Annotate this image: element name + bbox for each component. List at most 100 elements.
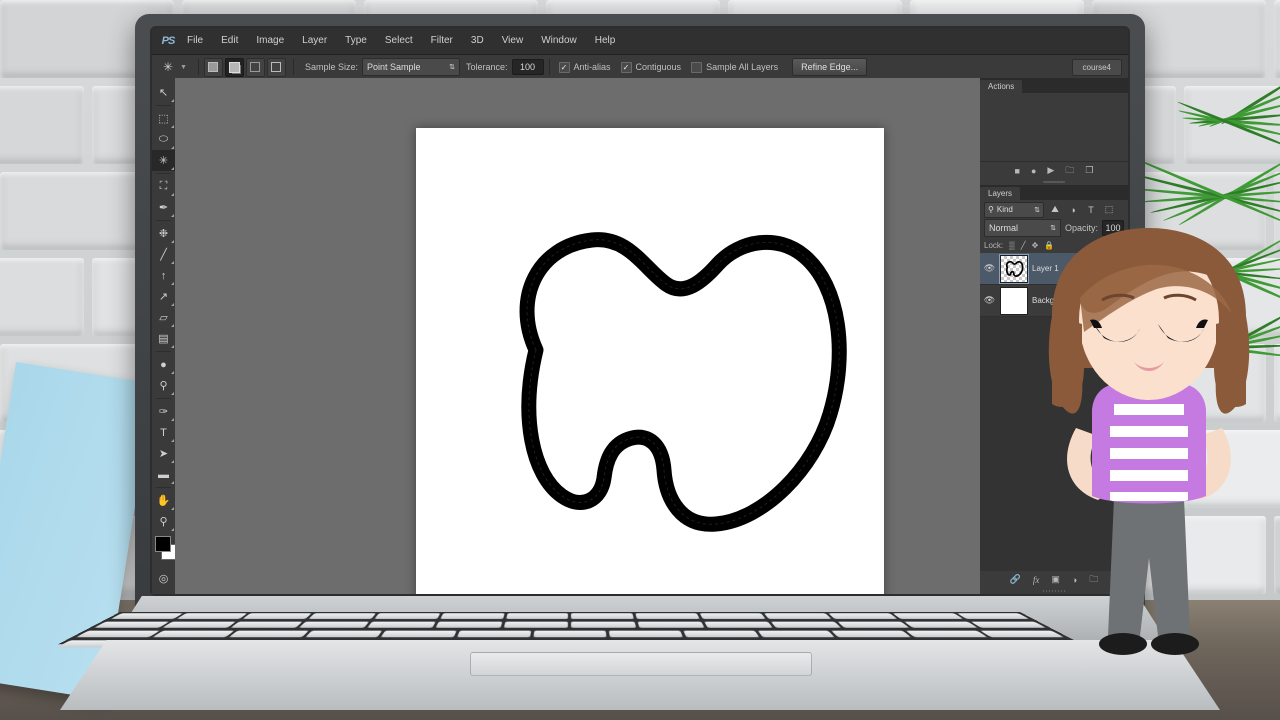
spot-healing-brush-tool[interactable]: ❉ [152, 223, 175, 244]
keyboard-key [381, 630, 457, 638]
tolerance-input[interactable]: 100 [511, 59, 544, 75]
type-tool[interactable]: T [152, 422, 175, 443]
tool-preset-chevron-down-icon[interactable]: ▼ [180, 64, 187, 71]
tool-flyout-triangle-icon [171, 481, 174, 484]
dodge-tool[interactable]: ⚲ [152, 375, 175, 396]
screen-mode-button[interactable]: ▭ [152, 589, 175, 594]
filter-pixel-layers-icon[interactable]: ⛰ [1048, 203, 1062, 217]
new-set-button[interactable]: 🗀 [1065, 163, 1074, 179]
keyboard-key [110, 613, 183, 619]
record-button[interactable]: ● [1031, 166, 1036, 176]
menu-layer[interactable]: Layer [293, 28, 336, 54]
hand-tool[interactable]: ✋ [152, 490, 175, 511]
subtract-from-selection-button[interactable] [245, 57, 265, 77]
search-icon: ⚲ [988, 205, 994, 214]
magic-wand-icon[interactable]: ✳ [158, 58, 178, 76]
actions-list[interactable] [980, 93, 1128, 161]
sample-all-layers-checkbox[interactable]: Sample All Layers [691, 61, 778, 73]
eraser-tool[interactable]: ▱ [152, 307, 175, 328]
quick-mask-mode-button[interactable]: ◎ [152, 568, 175, 589]
eyedropper-tool[interactable]: ✒ [152, 197, 175, 218]
keyboard-key [308, 613, 376, 619]
filter-shape-layers-icon[interactable]: ⬚ [1102, 203, 1116, 217]
clone-stamp-tool[interactable]: ↑ [152, 265, 175, 286]
laptop-keyboard [56, 612, 1084, 648]
menu-help[interactable]: Help [586, 28, 625, 54]
pen-tool[interactable]: ✑ [152, 401, 175, 422]
tool-flyout-triangle-icon [171, 345, 174, 348]
keyboard-key [905, 630, 988, 638]
toolbox-divider [156, 398, 171, 399]
workspace-switcher-button[interactable]: course4 [1071, 58, 1122, 76]
tool-flyout-triangle-icon [171, 324, 174, 327]
menu-edit[interactable]: Edit [212, 28, 247, 54]
document-area[interactable] [175, 78, 1034, 594]
layer-visibility-toggle[interactable]: 👁 [983, 263, 996, 274]
zoom-tool[interactable]: ⚲ [152, 511, 175, 532]
path-selection-tool[interactable]: ➤ [152, 443, 175, 464]
layer-filter-kind-select[interactable]: ⚲ Kind ⇅ [984, 201, 1044, 218]
rectangle-tool[interactable]: ▬ [152, 464, 175, 485]
tool-flyout-triangle-icon [171, 439, 174, 442]
new-selection-button[interactable] [203, 57, 223, 77]
magic-wand-tool[interactable]: ✳ [152, 150, 175, 171]
gradient-tool[interactable]: ▤ [152, 328, 175, 349]
chevron-updown-icon: ⇅ [1034, 206, 1040, 214]
lock-label: Lock: [984, 240, 1004, 250]
foreground-color-swatch[interactable] [155, 536, 171, 552]
new-action-button[interactable]: ❐ [1085, 165, 1093, 176]
document-canvas[interactable] [416, 128, 1034, 594]
menu-file[interactable]: File [178, 28, 212, 54]
keyboard-key [704, 621, 774, 628]
contiguous-label: Contiguous [635, 62, 682, 72]
tool-flyout-triangle-icon [171, 125, 174, 128]
intersect-with-selection-button[interactable] [266, 57, 286, 77]
keyboard-row [69, 629, 1072, 639]
menu-view[interactable]: View [493, 28, 533, 54]
actions-panel-footer: ■ ● ▶ 🗀 ❐ [980, 161, 1128, 179]
character-sleeve-right [1184, 384, 1206, 425]
lasso-tool[interactable]: ⬭ [152, 129, 175, 150]
tab-actions[interactable]: Actions [980, 80, 1023, 93]
tool-flyout-triangle-icon [171, 282, 174, 285]
keyboard-key [242, 613, 312, 619]
filter-adjustment-layers-icon[interactable]: ◑ [1066, 203, 1080, 217]
menu-select[interactable]: Select [376, 28, 422, 54]
brick [0, 258, 84, 336]
keyboard-key [505, 613, 569, 619]
filter-type-layers-icon[interactable]: T [1084, 203, 1098, 217]
color-swatches [155, 536, 177, 566]
blur-tool[interactable]: ● [152, 354, 175, 375]
menu-filter[interactable]: Filter [422, 28, 462, 54]
keyboard-key [757, 630, 836, 638]
menu-type[interactable]: Type [336, 28, 376, 54]
keyboard-key [831, 630, 912, 638]
sample-size-select[interactable]: Point Sample ⇅ [361, 58, 460, 76]
menu-window[interactable]: Window [532, 28, 586, 54]
rectangular-marquee-tool[interactable]: ⬚ [152, 108, 175, 129]
add-to-selection-button[interactable] [224, 57, 244, 77]
photoshop-logo-icon: PS [161, 35, 176, 47]
lock-transparent-pixels-icon[interactable]: ▒ [1009, 241, 1015, 250]
layer-visibility-toggle[interactable]: 👁 [983, 295, 996, 306]
crop-tool[interactable]: ⛶ [152, 176, 175, 197]
keyboard-key [152, 630, 234, 638]
anti-alias-label: Anti-alias [573, 62, 611, 72]
refine-edge-button[interactable]: Refine Edge... [792, 58, 868, 76]
menu-image[interactable]: Image [247, 28, 293, 54]
tool-flyout-triangle-icon [171, 99, 174, 102]
stop-button[interactable]: ■ [1015, 166, 1020, 176]
tool-flyout-triangle-icon [171, 392, 174, 395]
actions-panel-tabbar: Actions [980, 78, 1128, 93]
brush-tool[interactable]: ╱ [152, 244, 175, 265]
layer-filter-row: ⚲ Kind ⇅ ⛰ ◑ T ⬚ [980, 200, 1128, 219]
anti-alias-checkbox[interactable]: ✓ Anti-alias [558, 61, 611, 73]
play-button[interactable]: ▶ [1047, 165, 1054, 176]
move-tool[interactable]: ↖ [152, 82, 175, 103]
history-brush-tool[interactable]: ↗ [152, 286, 175, 307]
contiguous-checkbox[interactable]: ✓ Contiguous [620, 61, 682, 73]
keyboard-key [699, 613, 766, 619]
toolbox-divider [156, 105, 171, 106]
menu-3d[interactable]: 3D [462, 28, 493, 54]
tab-layers[interactable]: Layers [980, 187, 1021, 200]
